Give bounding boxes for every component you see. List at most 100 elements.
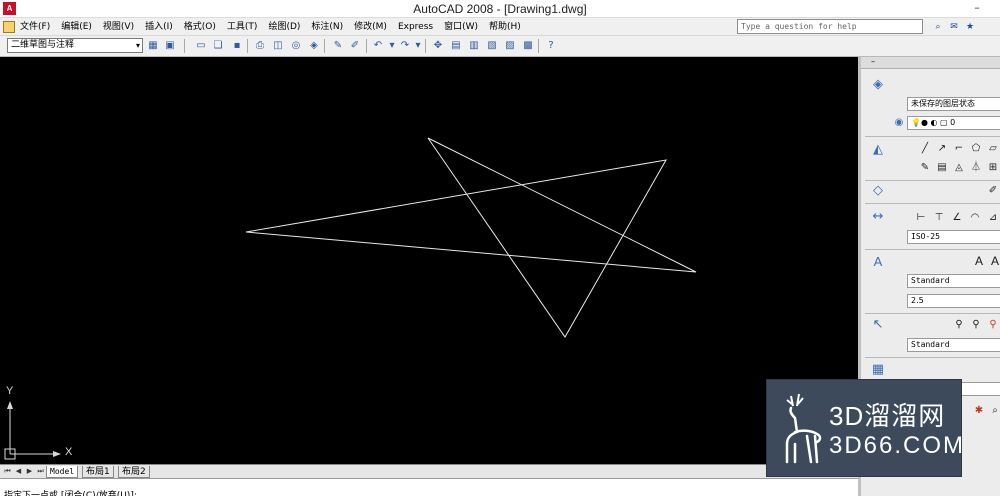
document-icon[interactable]	[3, 21, 15, 33]
favorites-star-icon[interactable]: ★	[964, 21, 976, 33]
workspace-settings-icon[interactable]: ▦	[146, 39, 160, 53]
undo-dropdown-icon[interactable]: ▾	[385, 39, 399, 53]
first-layout-icon[interactable]: ⏮	[3, 466, 12, 476]
next-layout-icon[interactable]: ▶	[25, 466, 34, 476]
communication-center-icon[interactable]: ✉	[948, 21, 960, 33]
hatch-icon[interactable]: ✎	[919, 162, 931, 174]
3d-dwf-icon[interactable]: ◈	[307, 39, 321, 53]
menu-view[interactable]: 视图(V)	[103, 20, 134, 34]
layers-icon[interactable]: ◈	[870, 77, 886, 93]
current-layer-dropdown[interactable]: 💡● ◐ ▢ 0	[907, 116, 1000, 130]
add-leader-icon[interactable]: ⚲	[970, 319, 982, 331]
dimension-panel-icon[interactable]: ◇	[870, 183, 886, 199]
zoom-tool-icon[interactable]: ⌕	[989, 405, 1000, 417]
print-preview-icon[interactable]: ◫	[271, 39, 285, 53]
layer-state-dropdown[interactable]: 未保存的图层状态	[907, 97, 1000, 111]
tab-layout1[interactable]: 布局1	[82, 466, 114, 478]
mirror-icon[interactable]: ⏃	[970, 162, 982, 174]
layer-properties-icon[interactable]: ◉	[891, 115, 907, 131]
window-title: AutoCAD 2008 - [Drawing1.dwg]	[413, 2, 587, 16]
table-panel-icon[interactable]: ▦	[870, 362, 886, 378]
drawing-svg	[4, 137, 697, 460]
properties-icon[interactable]: ▤	[449, 39, 463, 53]
rectangle-icon[interactable]: ▱	[987, 143, 999, 155]
menu-help[interactable]: 帮助(H)	[489, 20, 521, 34]
watermark-brand: 3D溜溜网	[829, 401, 946, 431]
dim-aligned-icon[interactable]: ⊤	[933, 212, 945, 224]
dim-radius-icon[interactable]: ◠	[969, 212, 981, 224]
menu-insert[interactable]: 插入(I)	[145, 20, 173, 34]
polygon-icon[interactable]: ⬠	[970, 143, 982, 155]
dim-linear-icon[interactable]: ⊢	[915, 212, 927, 224]
redo-dropdown-icon[interactable]: ▾	[411, 39, 425, 53]
standard-toolbar: 二维草图与注释 ▾ ▦ ▣ ▭ ❏ ▪ ⎙ ◫ ◎ ◈ ✎ ✐ ↶ ▾ ↷ ▾ …	[0, 36, 1000, 57]
dashboard-header[interactable]: –	[861, 57, 1000, 69]
publish-icon[interactable]: ◎	[289, 39, 303, 53]
dim-angular-icon[interactable]: ∠	[951, 212, 963, 224]
undo-icon[interactable]: ↶	[371, 39, 385, 53]
panel-divider	[865, 203, 1000, 204]
toolbar-separator	[247, 39, 248, 53]
boundary-icon[interactable]: ◬	[953, 162, 965, 174]
print-icon[interactable]: ⎙	[253, 39, 267, 53]
pentagram-polyline[interactable]	[245, 137, 697, 338]
tab-layout2[interactable]: 布局2	[118, 466, 150, 478]
layer-state-icons: 💡● ◐ ▢	[911, 118, 951, 127]
menu-draw[interactable]: 绘图(D)	[268, 20, 300, 34]
previous-layout-icon[interactable]: ◀	[14, 466, 23, 476]
match-properties-icon[interactable]: ✐	[348, 39, 362, 53]
array-icon[interactable]: ⊞	[987, 162, 999, 174]
workspace-save-icon[interactable]: ▣	[163, 39, 177, 53]
modify-tool-icon[interactable]: ✱	[973, 405, 985, 417]
line-tool-icon[interactable]: ╱	[919, 143, 931, 155]
dim-quick-icon[interactable]: ⊿	[987, 212, 999, 224]
2d-draw-icon[interactable]: ◭	[870, 142, 886, 158]
menu-dimension[interactable]: 标注(N)	[311, 20, 343, 34]
gradient-icon[interactable]: ▤	[936, 162, 948, 174]
text-height-field[interactable]: 2.5	[907, 294, 1000, 308]
autocad-window: A AutoCAD 2008 - [Drawing1.dwg] – 文件(F) …	[0, 0, 1000, 496]
help-icon[interactable]: ?	[544, 39, 558, 53]
menu-edit[interactable]: 编辑(E)	[61, 20, 92, 34]
tab-model[interactable]: Model	[46, 466, 79, 478]
command-line[interactable]: 指定下一点或 [闭合(C)/放弃(U)]:	[0, 478, 858, 496]
remove-leader-icon[interactable]: ⚲	[987, 319, 999, 331]
menu-modify[interactable]: 修改(M)	[354, 20, 387, 34]
site-watermark: 3D溜溜网 3D66.COM	[766, 379, 963, 477]
polyline-icon[interactable]: ⌐	[953, 143, 965, 155]
pan-icon[interactable]: ✥	[431, 39, 445, 53]
menu-tools[interactable]: 工具(T)	[227, 20, 258, 34]
panel-divider	[865, 180, 1000, 181]
minimize-button[interactable]: –	[966, 1, 988, 16]
drawing-canvas[interactable]: Y X	[0, 57, 858, 464]
redo-icon[interactable]: ↷	[398, 39, 412, 53]
workspace-dropdown[interactable]: 二维草图与注释 ▾	[7, 38, 143, 53]
design-center-icon[interactable]: ▥	[467, 39, 481, 53]
menu-express[interactable]: Express	[398, 20, 433, 34]
multileader-panel-icon[interactable]: ↖	[870, 317, 886, 333]
tool-palettes-icon[interactable]: ▧	[485, 39, 499, 53]
new-file-icon[interactable]: ▭	[194, 39, 208, 53]
search-icon[interactable]: ⌕	[932, 21, 944, 33]
multileader-style-dropdown[interactable]: Standard	[907, 338, 1000, 352]
text-panel-icon[interactable]: A	[870, 254, 886, 270]
menu-format[interactable]: 格式(O)	[184, 20, 216, 34]
linear-dimension-icon[interactable]: ↔	[870, 209, 886, 225]
last-layout-icon[interactable]: ⏭	[36, 466, 45, 476]
text-style-dropdown[interactable]: Standard	[907, 274, 1000, 288]
construction-line-icon[interactable]: ↗	[936, 143, 948, 155]
open-folder-icon[interactable]: ❏	[211, 39, 225, 53]
multiline-text-icon[interactable]: A	[973, 255, 985, 267]
menu-window[interactable]: 窗口(W)	[444, 20, 478, 34]
sheet-set-icon[interactable]: ▨	[503, 39, 517, 53]
help-search-input[interactable]: Type a question for help	[737, 19, 923, 34]
calculator-icon[interactable]: ▩	[521, 39, 535, 53]
single-line-text-icon[interactable]: A	[989, 255, 1000, 267]
menu-file[interactable]: 文件(F)	[20, 20, 50, 34]
menu-items: 文件(F) 编辑(E) 视图(V) 插入(I) 格式(O) 工具(T) 绘图(D…	[20, 20, 532, 34]
dimension-style-dropdown[interactable]: ISO-25	[907, 230, 1000, 244]
annotate-icon[interactable]: ✐	[987, 185, 999, 197]
cut-icon[interactable]: ✎	[331, 39, 345, 53]
save-icon[interactable]: ▪	[230, 39, 244, 53]
multileader-icon[interactable]: ⚲	[953, 319, 965, 331]
